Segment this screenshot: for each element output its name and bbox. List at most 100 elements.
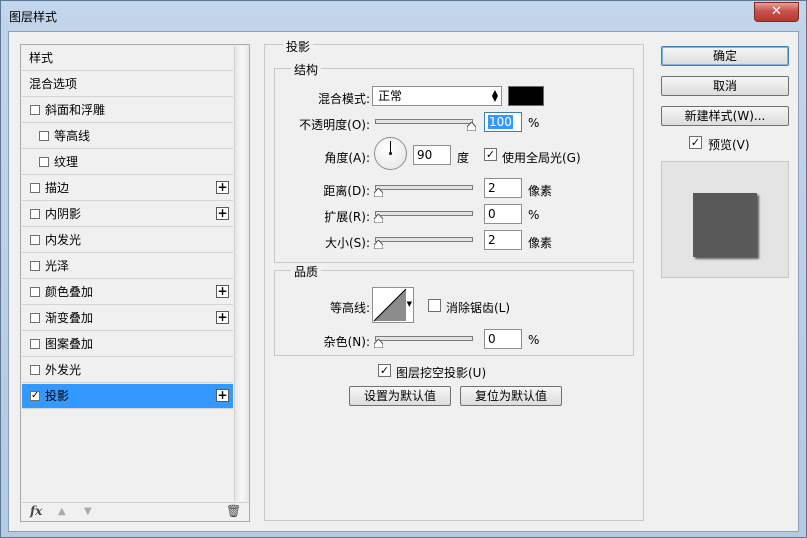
preview-box [661, 161, 789, 278]
layer-style-dialog: 图层样式 ✕ 样式混合选项斜面和浮雕等高线纹理描边 + 内阴影 + 内发光光泽颜色叠加 +… [0, 0, 807, 538]
quality-group: 品质 等高线: ▼ 消除锯齿(L) 杂色(N): 0 % [274, 263, 634, 356]
title-bar[interactable]: 图层样式 ✕ [1, 1, 806, 31]
style-list-item[interactable]: 纹理 [22, 150, 233, 175]
blend-mode-select[interactable]: 正常 ▲ ▼ [372, 86, 502, 106]
style-list-item[interactable]: 等高线 [22, 124, 233, 149]
preview-checkbox[interactable]: ✓ [689, 136, 702, 149]
contour-picker[interactable]: ▼ [372, 287, 414, 323]
fx-icon[interactable]: fx [30, 504, 42, 518]
list-toolbar: fx ▲ ▼ 🗑 [22, 502, 249, 521]
size-slider-thumb[interactable] [374, 240, 383, 249]
add-effect-icon[interactable]: + [216, 285, 229, 298]
style-list-panel: 样式混合选项斜面和浮雕等高线纹理描边 + 内阴影 + 内发光光泽颜色叠加 + 渐变叠加 + 图案… [20, 44, 250, 522]
style-checkbox[interactable] [30, 105, 40, 115]
drop-shadow-panel: 投影 结构 混合模式: 正常 ▲▼ 不透明度(O): 100 % 角度(A): [264, 38, 644, 521]
angle-input[interactable]: 90 [413, 145, 451, 165]
style-list-label: 内阴影 [45, 207, 82, 221]
structure-title: 结构 [291, 61, 322, 78]
spread-slider-track[interactable] [375, 211, 473, 216]
distance-slider-track[interactable] [375, 185, 473, 190]
style-checkbox[interactable] [30, 209, 40, 219]
knockout-checkbox[interactable]: ✓ [378, 364, 391, 377]
noise-slider-track[interactable] [375, 336, 473, 341]
add-effect-icon[interactable]: + [216, 389, 229, 402]
contour-linear-icon [373, 288, 407, 322]
style-checkbox[interactable] [30, 313, 40, 323]
style-list-item[interactable]: 内发光 [22, 228, 233, 253]
size-slider-track[interactable] [375, 237, 473, 242]
cancel-button[interactable]: 取消 [661, 76, 789, 96]
opacity-unit: % [528, 116, 540, 130]
style-checkbox[interactable] [39, 131, 49, 141]
add-effect-icon[interactable]: + [216, 207, 229, 220]
style-list-label: 颜色叠加 [45, 285, 94, 299]
new-style-button[interactable]: 新建样式(W)... [661, 106, 789, 126]
style-checkbox[interactable] [30, 235, 40, 245]
style-list-label: 渐变叠加 [45, 311, 94, 325]
style-list-item[interactable]: 斜面和浮雕 [22, 98, 233, 123]
move-up-icon[interactable]: ▲ [58, 506, 66, 517]
contour-dropdown-icon: ▼ [406, 300, 412, 308]
style-list-label: 投影 [45, 389, 70, 403]
noise-slider-thumb[interactable] [374, 339, 383, 348]
spread-input[interactable]: 0 [484, 204, 522, 224]
style-list-label: 混合选项 [29, 77, 78, 91]
size-input[interactable]: 2 [484, 230, 522, 250]
style-list-label: 样式 [29, 51, 54, 65]
select-arrows-icon: ▲ ▼ [491, 88, 498, 103]
quality-title: 品质 [291, 263, 322, 280]
anti-alias-checkbox[interactable] [428, 299, 441, 312]
structure-group: 结构 混合模式: 正常 ▲▼ 不透明度(O): 100 % 角度(A): 90 [274, 61, 634, 263]
style-list-item[interactable]: 描边 + [22, 176, 233, 201]
style-checkbox[interactable] [30, 287, 40, 297]
blend-mode-value: 正常 [378, 89, 403, 103]
add-effect-icon[interactable]: + [216, 181, 229, 194]
style-list-label: 纹理 [54, 155, 79, 169]
set-default-button[interactable]: 设置为默认值 [349, 386, 451, 406]
opacity-slider-thumb[interactable] [467, 122, 476, 131]
style-checkbox[interactable] [30, 261, 40, 271]
trash-icon[interactable]: 🗑 [226, 504, 241, 518]
style-checkbox[interactable] [30, 183, 40, 193]
style-list-label: 等高线 [54, 129, 91, 143]
reset-default-button[interactable]: 复位为默认值 [460, 386, 562, 406]
shadow-color-swatch[interactable] [508, 86, 544, 106]
distance-label: 距离(D): [323, 184, 370, 198]
style-list-label: 描边 [45, 181, 70, 195]
style-list-label: 外发光 [45, 363, 82, 377]
opacity-input[interactable]: 100 [484, 112, 522, 132]
style-list-item[interactable]: 图案叠加 [22, 332, 233, 357]
style-list-label: 图案叠加 [45, 337, 94, 351]
style-list-label: 内发光 [45, 233, 82, 247]
style-checkbox[interactable]: ✓ [30, 391, 40, 401]
noise-input[interactable]: 0 [484, 329, 522, 349]
style-list-item[interactable]: 内阴影 + [22, 202, 233, 227]
add-effect-icon[interactable]: + [216, 311, 229, 324]
style-list-item[interactable]: ✓ 投影 + [22, 384, 233, 409]
style-list-item[interactable]: 样式 [22, 46, 233, 71]
style-list-item[interactable]: 混合选项 [22, 72, 233, 97]
style-checkbox[interactable] [30, 339, 40, 349]
style-list-label: 斜面和浮雕 [45, 103, 106, 117]
style-list-item[interactable]: 渐变叠加 + [22, 306, 233, 331]
style-list-item[interactable]: 光泽 [22, 254, 233, 279]
preview-thumbnail [693, 193, 757, 257]
contour-label: 等高线: [329, 301, 370, 315]
dialog-body: 样式混合选项斜面和浮雕等高线纹理描边 + 内阴影 + 内发光光泽颜色叠加 + 渐变叠加 + 图案… [8, 31, 799, 532]
global-light-checkbox[interactable]: ✓ [484, 148, 497, 161]
distance-slider-thumb[interactable] [374, 188, 383, 197]
list-scrollbar[interactable] [234, 46, 249, 501]
spread-slider-thumb[interactable] [374, 214, 383, 223]
style-list: 样式混合选项斜面和浮雕等高线纹理描边 + 内阴影 + 内发光光泽颜色叠加 + 渐变叠加 + 图案… [22, 46, 233, 501]
style-checkbox[interactable] [30, 365, 40, 375]
ok-button[interactable]: 确定 [661, 46, 789, 66]
style-list-item[interactable]: 颜色叠加 + [22, 280, 233, 305]
preview-label: 预览(V) [708, 138, 750, 152]
style-list-item[interactable]: 外发光 [22, 358, 233, 383]
close-button[interactable]: ✕ [754, 2, 799, 22]
style-checkbox[interactable] [39, 157, 49, 167]
distance-input[interactable]: 2 [484, 178, 522, 198]
move-down-icon[interactable]: ▼ [84, 506, 92, 517]
angle-dial[interactable] [374, 137, 407, 170]
opacity-slider-track[interactable] [375, 119, 473, 124]
